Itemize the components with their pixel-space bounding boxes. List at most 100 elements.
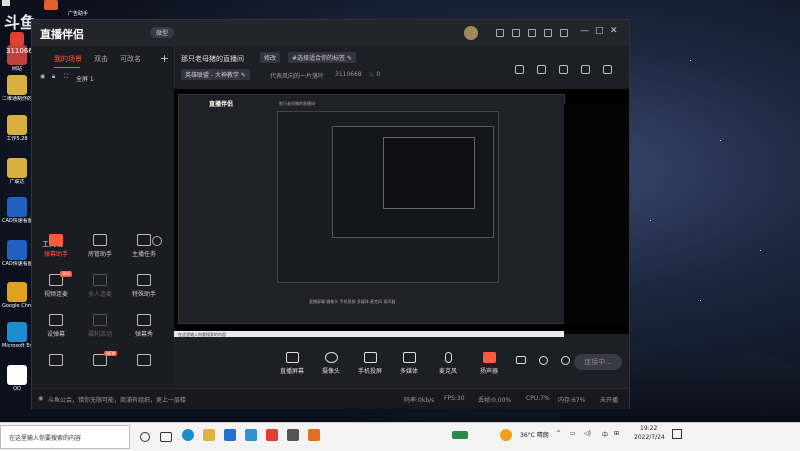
memory-text: 内存:67% xyxy=(558,397,586,404)
tool-label: 主播任务 xyxy=(131,251,156,258)
heat-value: ♨ 0 xyxy=(369,71,380,78)
tool-button[interactable]: 特殊助手 xyxy=(124,274,164,298)
battery-icon[interactable] xyxy=(452,431,468,439)
add-scene-icon[interactable]: + xyxy=(160,52,169,65)
clock-time[interactable]: 19:22 xyxy=(640,425,657,432)
avatar[interactable] xyxy=(464,26,478,40)
tool-button[interactable]: 弹幕助手 xyxy=(36,234,76,258)
desktop-icon-label: 网站 xyxy=(11,66,22,72)
weather-text[interactable]: 36°C 晴朗 xyxy=(520,430,549,439)
source-bar: 直播屏幕 摄像头 手机投屏 多媒体 麦克风 扬声器 连接中... xyxy=(174,340,629,388)
desktop-icon[interactable]: Microsoft Edge xyxy=(2,322,32,349)
feedback-icon[interactable] xyxy=(528,29,536,37)
douyu-taskbar-icon[interactable] xyxy=(266,429,278,441)
tool-icon xyxy=(93,274,107,286)
lock-icon[interactable]: 🔒︎ xyxy=(52,73,55,81)
tool-button[interactable]: 测试 视频连麦 xyxy=(36,271,76,298)
ime-indicator[interactable]: 中 xyxy=(602,430,608,439)
tool-badge: 测试 xyxy=(60,271,72,277)
preview-nested-1 xyxy=(277,111,499,283)
pencil-icon: ✎ xyxy=(346,55,352,62)
desktop-icon[interactable]: Google Chrome xyxy=(2,282,32,309)
bell-icon[interactable] xyxy=(581,65,590,74)
clock-date[interactable]: 2022/7/24 xyxy=(634,434,665,441)
douyu-app-icon xyxy=(10,32,24,46)
monitor-icon xyxy=(285,352,299,363)
tag-button[interactable]: #选择适合你的标签 ✎ xyxy=(288,52,356,63)
edit-title-button[interactable]: 修改 xyxy=(260,52,281,63)
fan-icon[interactable] xyxy=(559,65,568,74)
maximize-icon[interactable]: □ xyxy=(595,26,604,36)
record-icon[interactable] xyxy=(514,356,528,367)
start-live-button[interactable]: 连接中... xyxy=(574,354,622,370)
volume-icon[interactable]: ◁) xyxy=(584,430,591,437)
gear-icon[interactable] xyxy=(558,356,572,368)
share-icon[interactable] xyxy=(603,65,612,74)
settings-icon[interactable] xyxy=(560,29,568,37)
version-button[interactable]: 微型 xyxy=(150,27,175,38)
tool-label: 多人连麦 xyxy=(87,291,112,298)
tab-my-scene[interactable]: 我的场景 xyxy=(54,54,82,64)
phone-cast-button[interactable]: 手机投屏 xyxy=(350,352,390,375)
tool-button[interactable]: 设弹幕 xyxy=(36,314,76,338)
tool-icon xyxy=(137,234,151,246)
gift-icon[interactable] xyxy=(515,65,524,74)
tool-button[interactable]: 福利活动 xyxy=(80,314,120,338)
tool-button[interactable]: 弹幕秀 xyxy=(124,314,164,338)
fullscreen-icon: ⛶ xyxy=(64,73,69,80)
speaker-button[interactable]: 扬声器 xyxy=(469,352,509,375)
star xyxy=(720,140,721,141)
game-category-button[interactable]: 英雄联盟 - 大神教学 ✎ xyxy=(181,69,250,80)
app-icon[interactable] xyxy=(245,429,257,441)
lock-icon[interactable] xyxy=(537,65,546,74)
scene-item[interactable]: ◉ 🔒︎ ⛶ 全屏 1 xyxy=(38,72,168,84)
desktop-icon-label: 广联达 xyxy=(9,179,25,185)
explorer-icon[interactable] xyxy=(203,429,215,441)
tray-chevron-icon[interactable]: ^ xyxy=(556,430,561,437)
desktop-icon[interactable]: 工作5.28 xyxy=(2,115,32,142)
desktop-app-icon xyxy=(7,240,27,260)
app-icon[interactable] xyxy=(287,429,299,441)
preview-toggle-icon[interactable] xyxy=(536,356,550,368)
tool-button[interactable]: 房管助手 xyxy=(80,234,120,258)
room-id: 3110668 xyxy=(335,71,362,78)
message-icon[interactable] xyxy=(512,29,520,37)
fps-text: FPS:30 xyxy=(444,395,465,402)
media-button[interactable]: 多媒体 xyxy=(389,352,429,375)
desktop-icon[interactable]: CAD快速看图 xyxy=(2,197,32,224)
tab-double-click[interactable]: 双击 xyxy=(94,54,108,64)
preview-logo: 直播伴侣 xyxy=(209,101,234,108)
notification-icon[interactable] xyxy=(672,429,682,439)
mail-icon[interactable] xyxy=(496,29,504,37)
screen-capture-button[interactable]: 直播屏幕 xyxy=(272,352,312,375)
minimize-icon[interactable]: — xyxy=(580,26,589,36)
desktop-icon[interactable]: 二维通制作的图片 xyxy=(2,75,32,102)
live-companion-taskbar-icon[interactable] xyxy=(308,429,320,441)
tool-button[interactable]: 主播任务 xyxy=(124,234,164,258)
tool-button[interactable] xyxy=(124,354,164,369)
network-icon[interactable]: ▭ xyxy=(570,430,576,437)
stream-preview[interactable]: 直播伴侣 那只老母猪的直播间 直播屏幕 摄像头 手机投屏 多媒体 麦克风 扬声器… xyxy=(174,89,629,337)
tool-button[interactable]: NEW xyxy=(80,351,120,369)
desktop-icon[interactable]: QQ xyxy=(2,365,32,392)
tool-icon xyxy=(137,274,151,286)
desktop-icon[interactable]: CAD快速看图编辑版 xyxy=(2,240,32,267)
tab-rename[interactable]: 可改名 xyxy=(120,54,141,64)
cortana-icon[interactable] xyxy=(140,432,150,442)
tool-button[interactable] xyxy=(36,354,76,369)
preview-black-area xyxy=(564,104,629,324)
edge-icon[interactable] xyxy=(182,429,194,441)
mail-icon[interactable] xyxy=(224,429,236,441)
tool-button[interactable]: 多人连麦 xyxy=(80,274,120,298)
taskbar-search[interactable]: 在这里输入你要搜索的内容 xyxy=(0,425,130,449)
task-view-icon[interactable] xyxy=(160,432,172,442)
shirt-icon[interactable] xyxy=(544,29,552,37)
desktop-icon-label: 二维通制作的图片 xyxy=(2,96,32,102)
close-icon[interactable]: ✕ xyxy=(610,26,618,36)
desktop-icon[interactable]: 广联达 xyxy=(2,158,32,185)
eye-icon[interactable]: ◉ xyxy=(40,73,45,80)
camera-button[interactable]: 摄像头 xyxy=(311,352,351,375)
input-icon[interactable]: ⊞ xyxy=(614,430,619,437)
microphone-button[interactable]: 麦克风 xyxy=(428,352,468,375)
star xyxy=(690,60,691,61)
